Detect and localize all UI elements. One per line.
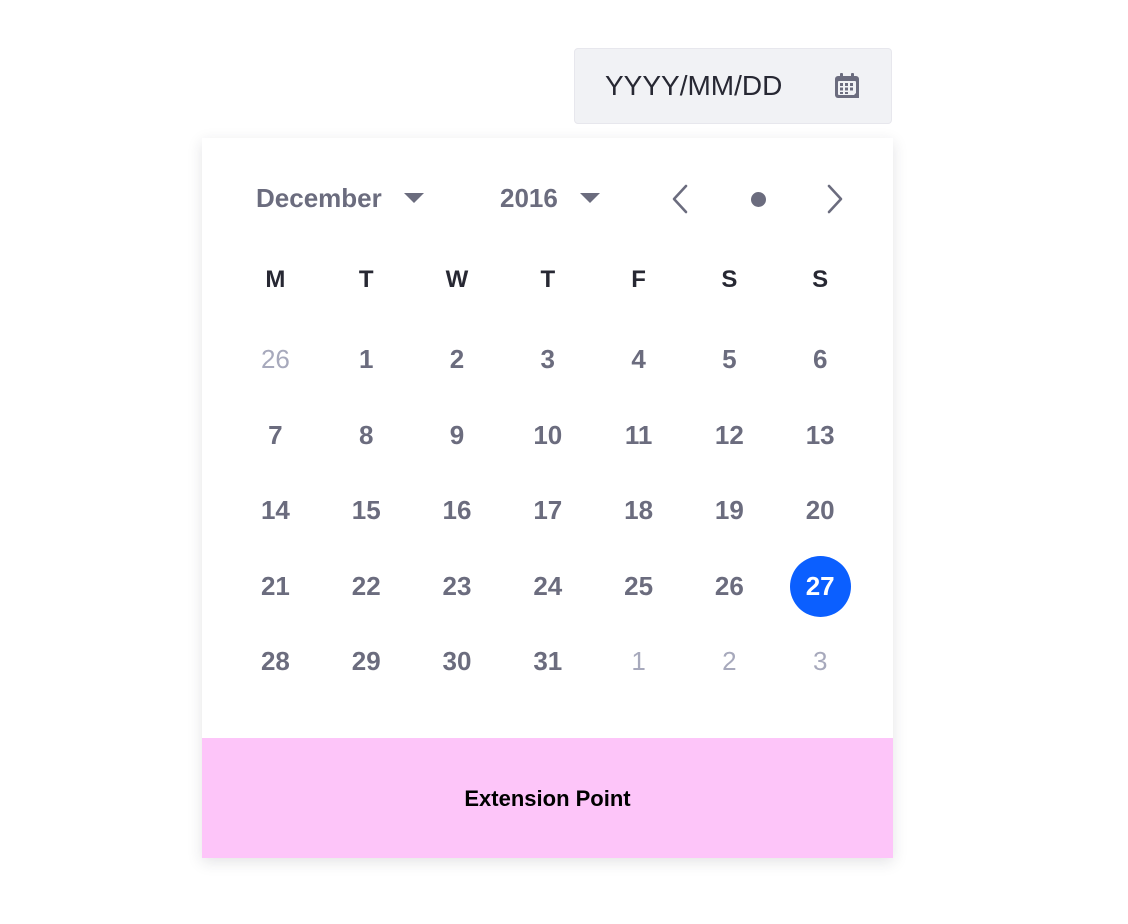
day-cell[interactable]: 26 xyxy=(684,549,775,625)
day-cell[interactable]: 13 xyxy=(775,398,866,474)
month-select-label: December xyxy=(256,182,382,213)
day-label: 19 xyxy=(714,495,744,526)
calendar-icon[interactable] xyxy=(831,70,863,102)
day-label: 7 xyxy=(268,419,283,450)
day-label: 11 xyxy=(624,419,653,450)
previous-month-button[interactable] xyxy=(663,182,697,216)
day-cell[interactable]: 10 xyxy=(502,398,593,474)
day-label: 28 xyxy=(260,646,290,677)
chevron-left-icon xyxy=(672,184,688,214)
day-label: 18 xyxy=(624,495,654,526)
day-label: 15 xyxy=(351,495,381,526)
day-cell[interactable]: 9 xyxy=(412,398,503,474)
chevron-right-icon xyxy=(827,184,843,214)
day-label: 16 xyxy=(442,495,472,526)
day-label: 2 xyxy=(722,646,737,677)
day-cell[interactable]: 24 xyxy=(502,549,593,625)
dot-icon xyxy=(750,191,766,207)
day-label: 8 xyxy=(358,419,374,450)
day-cell[interactable]: 25 xyxy=(593,549,684,625)
page: December 2016 MTWTFSS 2612345 xyxy=(0,0,1128,924)
day-label: 29 xyxy=(351,646,381,677)
year-select[interactable]: 2016 xyxy=(500,180,600,216)
day-label: 24 xyxy=(533,570,563,601)
date-input[interactable] xyxy=(605,70,831,102)
day-label: 26 xyxy=(260,344,290,375)
day-label: 14 xyxy=(260,495,290,526)
day-cell[interactable]: 5 xyxy=(684,322,775,398)
day-cell[interactable]: 31 xyxy=(502,624,593,700)
caret-down-icon xyxy=(403,193,424,203)
day-label: 10 xyxy=(533,419,563,450)
day-cell[interactable]: 6 xyxy=(775,322,866,398)
day-label: 6 xyxy=(812,344,828,375)
day-cell-outside-month[interactable]: 1 xyxy=(593,624,684,700)
day-label: 1 xyxy=(631,646,646,677)
date-picker-header: December 2016 xyxy=(202,138,893,262)
weekday-label: W xyxy=(445,266,469,293)
extension-point: Extension Point xyxy=(202,738,893,858)
day-cell[interactable]: 29 xyxy=(321,624,412,700)
day-label: 13 xyxy=(805,419,835,450)
weekday-label: S xyxy=(721,266,738,293)
day-label: 23 xyxy=(442,570,472,601)
day-cell[interactable]: 19 xyxy=(684,473,775,549)
year-select-label: 2016 xyxy=(500,182,558,213)
day-cell[interactable]: 8 xyxy=(321,398,412,474)
weekday-header-row: MTWTFSS xyxy=(230,260,866,300)
day-label: 27 xyxy=(789,555,851,617)
extension-point-label: Extension Point xyxy=(464,786,631,811)
day-cell[interactable]: 1 xyxy=(321,322,412,398)
day-cell[interactable]: 18 xyxy=(593,473,684,549)
day-label: 20 xyxy=(805,495,835,526)
month-select[interactable]: December xyxy=(256,180,424,216)
day-cell[interactable]: 4 xyxy=(593,322,684,398)
day-label: 9 xyxy=(449,419,465,450)
day-cell[interactable]: 3 xyxy=(502,322,593,398)
day-label: 25 xyxy=(624,570,654,601)
day-cell[interactable]: 17 xyxy=(502,473,593,549)
today-button[interactable] xyxy=(741,182,775,216)
day-label: 5 xyxy=(722,344,737,375)
day-cell[interactable]: 16 xyxy=(412,473,503,549)
day-cell[interactable]: 23 xyxy=(412,549,503,625)
day-cell[interactable]: 20 xyxy=(775,473,866,549)
day-cell[interactable]: 11 xyxy=(593,398,684,474)
next-month-button[interactable] xyxy=(818,182,852,216)
day-cell[interactable]: 7 xyxy=(230,398,321,474)
day-cell-selected[interactable]: 27 xyxy=(775,549,866,625)
day-label: 3 xyxy=(812,646,828,677)
date-input-container[interactable] xyxy=(574,48,892,124)
days-grid: 26 1 2 3 4 5 6 7 8 9 10 11 12 13 14 15 16 17 18 19 20 21 22 23 2… xyxy=(230,322,866,700)
weekday-label: T xyxy=(358,266,374,293)
day-cell-outside-month[interactable]: 26 xyxy=(230,322,321,398)
day-label: 1 xyxy=(358,344,374,375)
weekday-label: T xyxy=(540,266,556,293)
day-label: 12 xyxy=(714,419,744,450)
day-cell[interactable]: 22 xyxy=(321,549,412,625)
day-label: 31 xyxy=(533,646,563,677)
day-cell[interactable]: 28 xyxy=(230,624,321,700)
day-label: 2 xyxy=(449,344,465,375)
day-label: 4 xyxy=(631,344,646,375)
date-picker-popover: December 2016 MTWTFSS 26 1 2 3 4 5 6 7 8… xyxy=(202,138,893,858)
day-label: 22 xyxy=(351,570,381,601)
day-cell[interactable]: 15 xyxy=(321,473,412,549)
day-label: 3 xyxy=(540,344,556,375)
caret-down-icon xyxy=(579,193,600,203)
day-cell[interactable]: 30 xyxy=(412,624,503,700)
weekday-label: M xyxy=(265,266,286,293)
day-label: 30 xyxy=(442,646,472,677)
day-cell[interactable]: 12 xyxy=(684,398,775,474)
day-label: 21 xyxy=(260,570,290,601)
day-label: 17 xyxy=(533,495,563,526)
weekday-label: F xyxy=(631,266,646,293)
day-cell-outside-month[interactable]: 3 xyxy=(775,624,866,700)
day-label: 26 xyxy=(714,570,744,601)
day-cell[interactable]: 21 xyxy=(230,549,321,625)
weekday-label: S xyxy=(812,266,829,293)
day-cell-outside-month[interactable]: 2 xyxy=(684,624,775,700)
day-cell[interactable]: 14 xyxy=(230,473,321,549)
day-cell[interactable]: 2 xyxy=(412,322,503,398)
